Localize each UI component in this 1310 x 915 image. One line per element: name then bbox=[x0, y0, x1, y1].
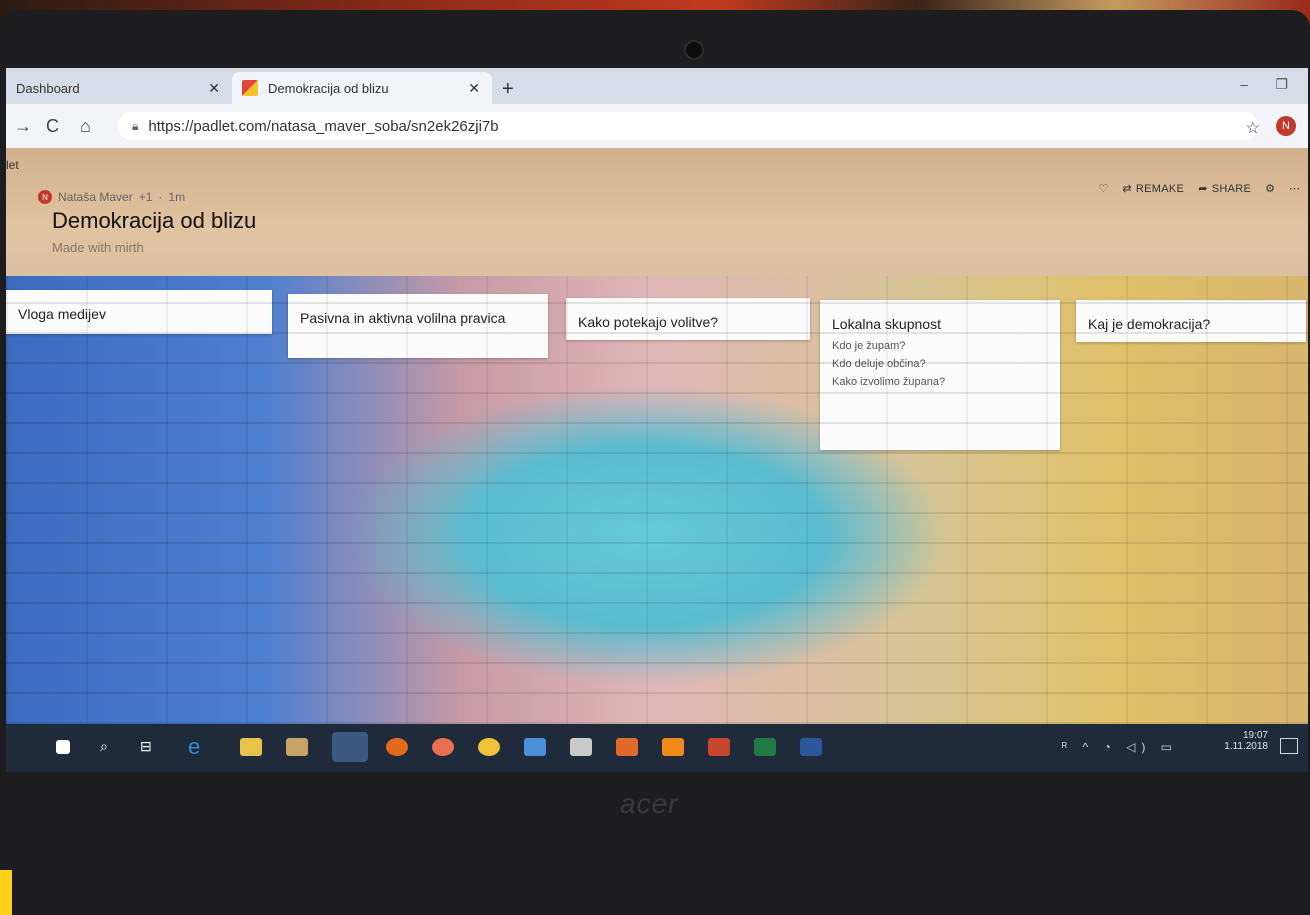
close-icon[interactable]: ✕ bbox=[208, 80, 220, 97]
gear-icon[interactable]: ⚙ bbox=[1265, 182, 1275, 195]
home-icon[interactable]: ⌂ bbox=[80, 116, 91, 137]
laptop-brand-logo: acer bbox=[620, 788, 679, 819]
column-title: Pasivna in aktivna volilna pravica bbox=[300, 310, 506, 326]
header-actions: ♡ ⇄ REMAKE ➦ SHARE ⚙ ⋯ bbox=[1099, 182, 1300, 196]
store-icon[interactable] bbox=[286, 738, 308, 756]
save-app-icon[interactable] bbox=[524, 738, 546, 756]
share-icon: ➦ bbox=[1198, 183, 1208, 195]
separator-dot: · bbox=[158, 190, 163, 204]
browser-tab-bar: Dashboard ✕ Demokracija od blizu ✕ + – ❐ bbox=[6, 68, 1308, 104]
column-title: Kaj je demokracija? bbox=[1088, 316, 1211, 332]
laptop-screen: Dashboard ✕ Demokracija od blizu ✕ + – ❐… bbox=[6, 68, 1308, 772]
share-button[interactable]: ➦ SHARE bbox=[1198, 182, 1252, 196]
file-explorer-icon[interactable] bbox=[240, 738, 262, 756]
post-item[interactable]: Kdo je župam? bbox=[832, 340, 1048, 352]
age-label: 1m bbox=[168, 190, 186, 204]
chrome-icon[interactable] bbox=[332, 732, 368, 762]
post-meta: N Nataša Maver +1 · 1m bbox=[38, 190, 191, 204]
paint-icon[interactable] bbox=[616, 738, 638, 756]
address-bar-row: → C ⌂ 🔒︎ https://padlet.com/natasa_maver… bbox=[6, 104, 1308, 149]
remake-icon: ⇄ bbox=[1122, 183, 1132, 195]
vlc-icon[interactable] bbox=[662, 738, 684, 756]
excel-icon[interactable] bbox=[754, 738, 776, 756]
windows-taskbar: ⌕ ⊟ e ᴿ ^ ◔ ◁) ▭ 19:07 1.11.2018 bbox=[6, 724, 1308, 772]
remake-label: REMAKE bbox=[1135, 182, 1185, 195]
clock[interactable]: 19:07 1.11.2018 bbox=[1224, 730, 1268, 752]
avatar: N bbox=[38, 190, 52, 204]
tab-label: Dashboard bbox=[16, 80, 80, 96]
tab-label: Demokracija od blizu bbox=[268, 80, 389, 96]
heart-icon[interactable]: ♡ bbox=[1099, 182, 1109, 195]
padlet-wall: Vloga medijev Pasivna in aktivna volilna… bbox=[6, 276, 1308, 724]
media-icon[interactable] bbox=[478, 738, 500, 756]
lock-icon: 🔒︎ bbox=[132, 118, 139, 133]
yellow-light bbox=[0, 870, 12, 915]
forward-icon[interactable]: → bbox=[14, 116, 32, 137]
pdf-icon[interactable] bbox=[570, 738, 592, 756]
more-icon[interactable]: ⋯ bbox=[1289, 182, 1300, 195]
word-icon[interactable] bbox=[800, 738, 822, 756]
column-title: Vloga medijev bbox=[18, 306, 106, 322]
new-tab-button[interactable]: + bbox=[502, 78, 514, 101]
app-icon[interactable] bbox=[432, 738, 454, 756]
post-item[interactable]: Kako izvolimo župana? bbox=[832, 376, 1048, 388]
close-icon[interactable]: ✕ bbox=[468, 80, 480, 97]
notification-icon[interactable] bbox=[1280, 738, 1298, 754]
clock-time: 19:07 bbox=[1242, 730, 1268, 741]
post-item[interactable]: Kdo deluje občina? bbox=[832, 358, 1048, 370]
restore-icon[interactable]: ❐ bbox=[1275, 76, 1288, 93]
tab-demokracija[interactable]: Demokracija od blizu ✕ bbox=[232, 72, 492, 104]
minimize-icon[interactable]: – bbox=[1240, 76, 1248, 92]
app-label: let bbox=[6, 158, 19, 172]
bookmark-star-icon[interactable]: ☆ bbox=[1246, 118, 1260, 138]
task-view-icon[interactable]: ⊟ bbox=[140, 738, 162, 756]
column-kako-potekajo-volitve[interactable]: Kako potekajo volitve? bbox=[566, 298, 810, 340]
column-title: Kako potekajo volitve? bbox=[578, 314, 719, 330]
system-tray-icons[interactable]: ᴿ ^ ◔ ◁) ▭ bbox=[1062, 740, 1178, 754]
padlet-header: let N Nataša Maver +1 · 1m Demokracija o… bbox=[6, 148, 1308, 276]
padlet-favicon-icon bbox=[242, 80, 258, 96]
edge-icon[interactable]: e bbox=[188, 734, 210, 759]
profile-avatar[interactable]: N bbox=[1276, 116, 1296, 136]
column-kaj-je-demokracija[interactable]: Kaj je demokracija? bbox=[1076, 300, 1306, 342]
page-title: Demokracija od blizu bbox=[52, 208, 257, 233]
like-count: +1 bbox=[138, 190, 153, 204]
column-volilna-pravica[interactable]: Pasivna in aktivna volilna pravica bbox=[288, 294, 548, 358]
firefox-icon[interactable] bbox=[386, 738, 408, 756]
author-name: Nataša Maver bbox=[58, 190, 133, 204]
share-label: SHARE bbox=[1211, 182, 1252, 195]
reload-icon[interactable]: C bbox=[46, 116, 59, 137]
search-icon[interactable]: ⌕ bbox=[100, 738, 122, 756]
windows-start-icon[interactable] bbox=[56, 740, 70, 754]
url-text: https://padlet.com/natasa_maver_soba/sn2… bbox=[148, 117, 499, 135]
clock-date: 1.11.2018 bbox=[1224, 741, 1268, 752]
page-subtitle: Made with mirth bbox=[52, 240, 144, 255]
url-field[interactable]: 🔒︎ https://padlet.com/natasa_maver_soba/… bbox=[118, 112, 1258, 140]
webcam bbox=[684, 40, 704, 60]
remake-button[interactable]: ⇄ REMAKE bbox=[1122, 182, 1185, 196]
column-lokalna-skupnost[interactable]: Lokalna skupnost Kdo je župam? Kdo deluj… bbox=[820, 300, 1060, 450]
column-vloga-medijev[interactable]: Vloga medijev bbox=[6, 290, 272, 334]
tab-dashboard[interactable]: Dashboard ✕ bbox=[6, 72, 232, 104]
powerpoint-icon[interactable] bbox=[708, 738, 730, 756]
column-title: Lokalna skupnost bbox=[832, 316, 941, 332]
